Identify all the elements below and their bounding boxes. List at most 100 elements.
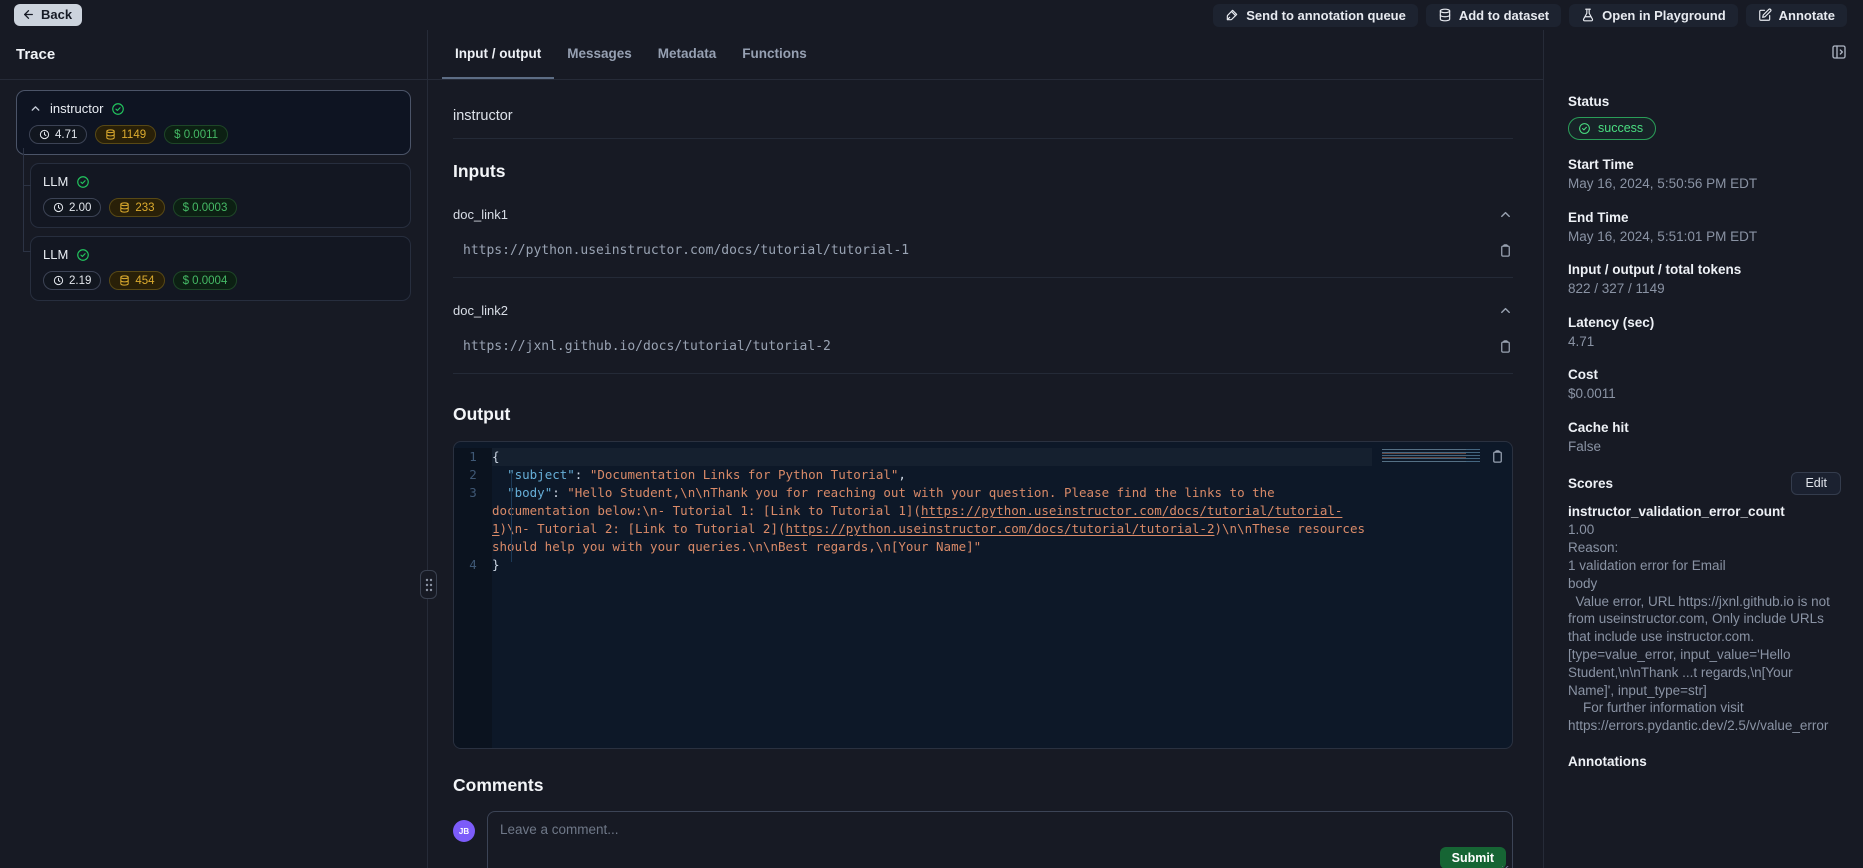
topbar: Back Send to annotation queue Add to dat… [0, 0, 1863, 30]
divider [453, 138, 1513, 139]
indent-guide [511, 472, 512, 562]
cost-label: Cost [1568, 367, 1841, 382]
copy-output-button[interactable] [1490, 449, 1505, 464]
collapse-field-button[interactable] [1498, 303, 1513, 318]
clipboard-icon [1498, 339, 1513, 354]
node-name: instructor [50, 101, 103, 116]
trace-tree: instructor 4.71 1149 $ 0.0011 [0, 90, 427, 301]
input-field-doc-link1: doc_link1 https://python.useinstructor.c… [453, 207, 1513, 278]
back-button[interactable]: Back [14, 4, 82, 26]
cache-hit-group: Cache hit False [1568, 420, 1841, 456]
app-root: Back Send to annotation queue Add to dat… [0, 0, 1863, 868]
tab-messages[interactable]: Messages [554, 30, 645, 79]
collapse-panel-button[interactable] [1831, 44, 1847, 60]
score-name: instructor_validation_error_count [1568, 504, 1841, 519]
check-circle-icon [76, 248, 90, 262]
divider [453, 277, 1513, 278]
clipboard-icon [1490, 449, 1505, 464]
back-label: Back [41, 7, 72, 22]
main-panel: Input / output Messages Metadata Functio… [428, 30, 1543, 868]
latency-group: Latency (sec) 4.71 [1568, 315, 1841, 351]
start-time-group: Start Time May 16, 2024, 5:50:56 PM EDT [1568, 157, 1841, 193]
end-time-value: May 16, 2024, 5:51:01 PM EDT [1568, 228, 1841, 246]
tree-connector [23, 185, 31, 186]
pen-queue-icon [1225, 8, 1239, 22]
node-name: LLM [43, 174, 68, 189]
comment-input[interactable] [488, 812, 1512, 868]
cache-hit-label: Cache hit [1568, 420, 1841, 435]
tree-connector [23, 251, 31, 252]
tokens-badge: 454 [109, 271, 164, 290]
trace-node-llm-1[interactable]: LLM 2.00 233 $ 0.0003 [30, 163, 411, 228]
edit-scores-button[interactable]: Edit [1791, 472, 1841, 495]
status-group: Status success [1568, 94, 1841, 140]
divider [453, 373, 1513, 374]
field-value: https://jxnl.github.io/docs/tutorial/tut… [453, 339, 831, 354]
output-code-block: 1{2 "subject": "Documentation Links for … [453, 441, 1513, 749]
node-name: LLM [43, 247, 68, 262]
observation-title: instructor [453, 108, 1513, 124]
code-lines: 1{2 "subject": "Documentation Links for … [454, 448, 1512, 574]
cost-badge: $ 0.0004 [173, 271, 238, 290]
code-line: 2 "subject": "Documentation Links for Py… [454, 466, 1512, 484]
input-field-doc-link2: doc_link2 https://jxnl.github.io/docs/tu… [453, 303, 1513, 374]
code-editor: 1{2 "subject": "Documentation Links for … [454, 448, 1512, 748]
tab-functions[interactable]: Functions [729, 30, 820, 79]
copy-button[interactable] [1498, 243, 1513, 258]
tab-input-output[interactable]: Input / output [442, 30, 554, 79]
annotations-label: Annotations [1568, 754, 1841, 769]
check-circle-icon [1578, 122, 1591, 135]
code-line: 4} [454, 556, 1512, 574]
submit-comment-button[interactable]: Submit [1440, 847, 1506, 868]
add-to-dataset-button[interactable]: Add to dataset [1426, 4, 1561, 27]
check-circle-icon [76, 175, 90, 189]
trace-node-llm-2[interactable]: LLM 2.19 454 $ 0.0004 [30, 236, 411, 301]
field-label: doc_link2 [453, 303, 508, 318]
panel-right-icon [1831, 44, 1847, 60]
output-heading: Output [453, 404, 1513, 425]
tree-connector [23, 148, 24, 251]
latency-badge: 2.19 [43, 271, 101, 290]
collapse-field-button[interactable] [1498, 207, 1513, 222]
score-value: 1.00 [1568, 521, 1841, 539]
clock-icon [39, 129, 50, 140]
chevron-up-icon [1498, 303, 1513, 318]
trace-node-instructor[interactable]: instructor 4.71 1149 $ 0.0011 [16, 90, 411, 155]
topbar-actions: Send to annotation queue Add to dataset … [1213, 4, 1847, 27]
field-label: doc_link1 [453, 207, 508, 222]
open-in-playground-button[interactable]: Open in Playground [1569, 4, 1738, 27]
field-value: https://python.useinstructor.com/docs/tu… [453, 243, 909, 258]
details-panel: Status success Start Time May 16, 2024, … [1543, 30, 1863, 868]
score-reason-text: 1 validation error for Email body Value … [1568, 557, 1841, 735]
status-badge: success [1568, 117, 1656, 140]
annotate-label: Annotate [1779, 8, 1835, 23]
tokens-group: Input / output / total tokens 822 / 327 … [1568, 262, 1841, 298]
check-circle-icon [111, 102, 125, 116]
annotate-button[interactable]: Annotate [1746, 4, 1847, 27]
node-badges: 2.19 454 $ 0.0004 [43, 271, 398, 290]
clock-icon [53, 275, 64, 286]
tab-metadata[interactable]: Metadata [645, 30, 730, 79]
chevron-up-icon [1498, 207, 1513, 222]
database-icon [1438, 8, 1452, 22]
send-to-annotation-queue-button[interactable]: Send to annotation queue [1213, 4, 1418, 27]
start-time-label: Start Time [1568, 157, 1841, 172]
node-badges: 4.71 1149 $ 0.0011 [29, 125, 398, 144]
latency-value: 4.71 [1568, 333, 1841, 351]
panel-resize-handle[interactable] [420, 570, 437, 599]
code-minimap [1382, 449, 1480, 464]
open-in-playground-label: Open in Playground [1602, 8, 1726, 23]
latency-badge: 4.71 [29, 125, 87, 144]
comments-heading: Comments [453, 775, 1513, 796]
score-reason-label: Reason: [1568, 539, 1841, 557]
tokens-database-icon [119, 275, 130, 286]
tokens-database-icon [105, 129, 116, 140]
chevron-up-icon[interactable] [29, 102, 42, 115]
cost-badge: $ 0.0003 [173, 198, 238, 217]
cache-hit-value: False [1568, 438, 1841, 456]
trace-panel: Trace instructor 4.71 [0, 30, 428, 868]
clipboard-icon [1498, 243, 1513, 258]
copy-button[interactable] [1498, 339, 1513, 354]
start-time-value: May 16, 2024, 5:50:56 PM EDT [1568, 175, 1841, 193]
comment-box: Submit [487, 811, 1513, 868]
